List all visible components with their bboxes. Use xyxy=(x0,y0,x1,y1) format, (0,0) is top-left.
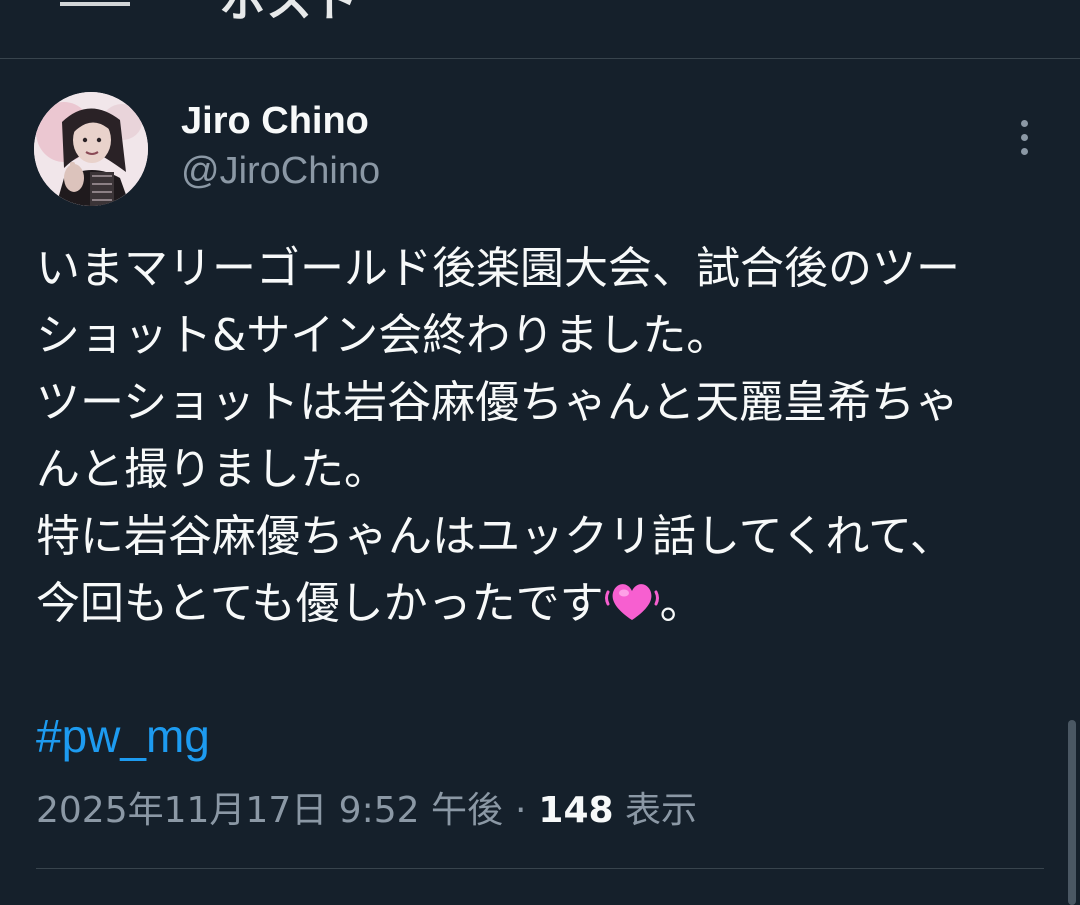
author-avatar[interactable] xyxy=(34,92,148,206)
tweet-body-last-line: 今回もとても優しかったです 。 xyxy=(36,570,1056,637)
tweet-body-line: 今回もとても優しかったです xyxy=(36,578,604,629)
tweet-body-line: 特に岩谷麻優ちゃんはユックリ話してくれて、 xyxy=(36,511,954,562)
hashtag-link[interactable]: #pw_mg xyxy=(36,704,210,768)
header-title-fragment: ポスト xyxy=(60,0,358,30)
tweet-body-line: ツーショットは岩谷麻優ちゃんと天麗皇希ちゃ xyxy=(36,377,960,428)
top-header: ポスト xyxy=(0,0,1080,59)
views-label: 表示 xyxy=(625,790,698,831)
meta-separator: · xyxy=(514,790,527,831)
heart-emoji-icon xyxy=(604,578,660,624)
avatar-image xyxy=(34,92,148,206)
tweet-meta: 2025年11月17日 9:52 午後 · 148 表示 xyxy=(36,786,697,836)
tweet-body-line: ショット&サイン会終わりました。 xyxy=(36,310,731,361)
tweet-detail-page: ポスト Jiro Chino @JiroChino いまマリーゴールド後楽園大会… xyxy=(0,0,1080,905)
back-arrow-fragment[interactable] xyxy=(60,1,130,6)
author-name[interactable]: Jiro Chino xyxy=(181,96,369,146)
author-handle[interactable]: @JiroChino xyxy=(181,146,380,196)
header-title-text: ポスト xyxy=(220,0,358,27)
tweet-body: いまマリーゴールド後楽園大会、試合後のツー ショット&サイン会終わりました。 ツ… xyxy=(36,235,1056,637)
tweet-body-line: んと撮りました。 xyxy=(36,444,388,495)
tweet-body-suffix: 。 xyxy=(659,578,704,629)
views-count: 148 xyxy=(538,790,614,831)
more-vertical-icon[interactable] xyxy=(1004,112,1044,162)
tweet-body-line: いまマリーゴールド後楽園大会、試合後のツー xyxy=(36,243,960,294)
divider xyxy=(36,868,1044,869)
scrollbar-thumb[interactable] xyxy=(1068,720,1076,905)
tweet-timestamp[interactable]: 2025年11月17日 9:52 午後 xyxy=(36,790,503,831)
